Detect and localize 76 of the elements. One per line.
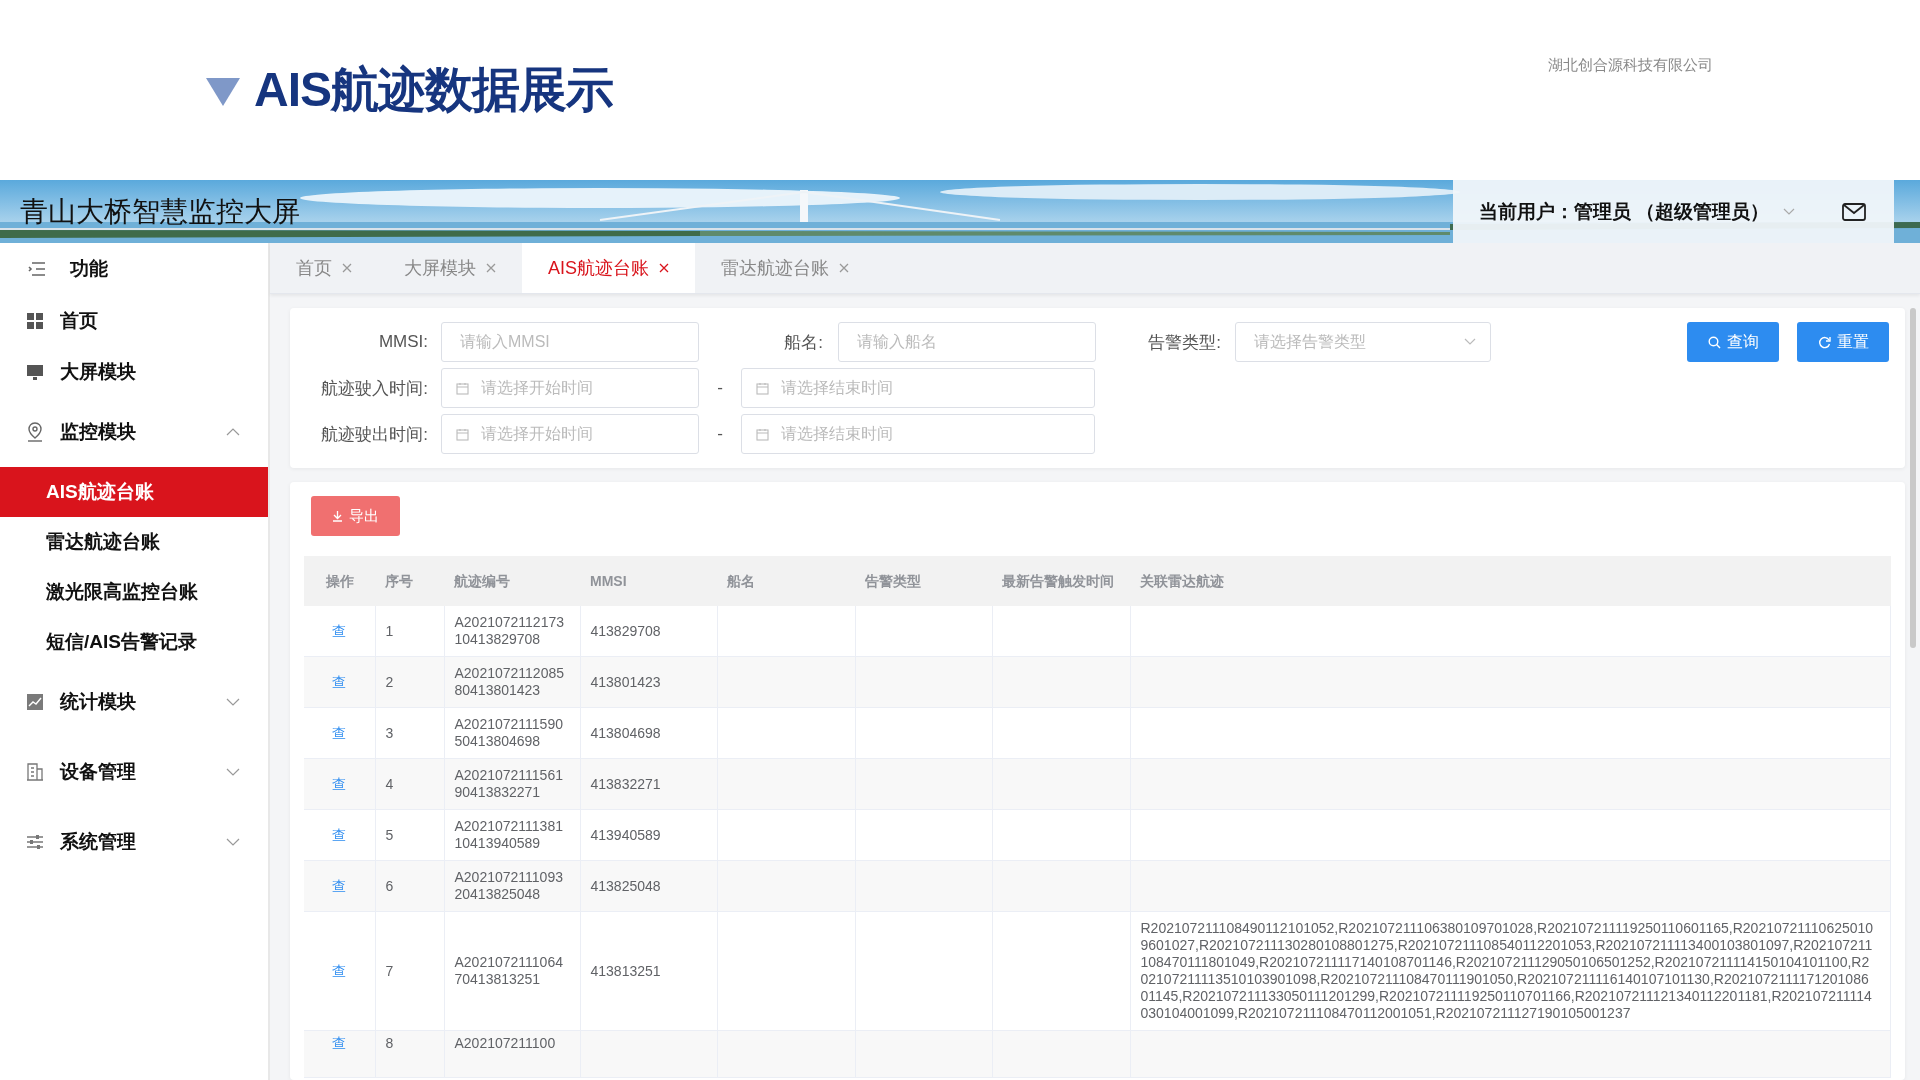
sidebar-subitem[interactable]: 激光限高监控台账 (0, 567, 268, 617)
table-cell: A202107211100 (454, 1035, 556, 1051)
column-header: 船名 (717, 556, 855, 606)
sidebar-item[interactable]: 系统管理 (0, 807, 268, 877)
column-header: 告警类型 (855, 556, 992, 606)
table-cell: A202107211208580413801423 (454, 665, 565, 698)
search-button[interactable]: 查询 (1687, 322, 1779, 362)
table-cell: 1 (385, 622, 394, 639)
view-link[interactable]: 查 (332, 877, 347, 894)
tab[interactable]: 雷达航迹台账 (695, 243, 875, 293)
table-cell: 2 (385, 673, 394, 690)
slide-title: AIS航迹数据展示 (254, 62, 613, 118)
end-date-field[interactable]: 请选择结束时间 (741, 414, 1095, 454)
table-cell: 3 (385, 724, 394, 741)
table-cell: A202107211159050413804698 (454, 716, 563, 749)
sidebar-subitem[interactable]: AIS航迹台账 (0, 467, 268, 517)
end-date-field[interactable]: 请选择结束时间 (741, 368, 1095, 408)
table-cell: 413940589 (590, 826, 661, 843)
view-link[interactable]: 查 (332, 622, 347, 639)
sidebar-item[interactable]: 统计模块 (0, 667, 268, 737)
sidebar-item[interactable]: 首页 (0, 295, 268, 346)
start-date-field[interactable]: 请选择开始时间 (441, 368, 699, 408)
start-date-field[interactable]: 请选择开始时间 (441, 414, 699, 454)
field-label: 航迹驶入时间: (320, 377, 428, 400)
sidebar-item[interactable]: 大屏模块 (0, 346, 268, 397)
field-label: MMSI: (377, 332, 428, 352)
column-header: 航迹编号 (444, 556, 580, 606)
table-cell: 413825048 (590, 877, 661, 894)
table-cell: A202107211138110413940589 (454, 818, 563, 851)
range-separator: - (716, 378, 724, 398)
column-header: 操作 (304, 556, 375, 606)
app-title: 青山大桥智慧监控大屏 (20, 194, 300, 229)
table-cell: 4 (385, 775, 394, 792)
table-cell: 413813251 (590, 962, 661, 979)
sidebar-subitem[interactable]: 雷达航迹台账 (0, 517, 268, 567)
mmsi-field[interactable]: 请输入MMSI (441, 322, 699, 362)
range-separator: - (716, 424, 724, 444)
sidebar-item[interactable]: 监控模块 (0, 397, 268, 467)
column-header: 关联雷达航迹 (1130, 556, 1891, 606)
alarm-type-select[interactable]: 请选择告警类型 (1235, 322, 1491, 362)
tab[interactable]: AIS航迹台账 (522, 243, 695, 293)
column-header: 序号 (375, 556, 444, 606)
view-link[interactable]: 查 (332, 673, 347, 690)
tab[interactable]: 首页 (270, 243, 378, 293)
tab[interactable]: 大屏模块 (378, 243, 522, 293)
view-link[interactable]: 查 (332, 826, 347, 843)
view-link[interactable]: 查 (332, 962, 347, 979)
export-button[interactable]: 导出 (311, 496, 400, 536)
company-name: 湖北创合源科技有限公司 (1548, 56, 1713, 75)
table-cell: 413832271 (590, 775, 661, 792)
table-cell: A202107211106470413813251 (454, 954, 563, 987)
table-cell: 6 (385, 877, 394, 894)
column-header: MMSI (580, 556, 717, 606)
table-cell: 8 (385, 1035, 394, 1051)
table-cell: A202107211217310413829708 (454, 614, 565, 647)
sidebar-heading: 功能 (70, 257, 108, 281)
table-cell: 413801423 (590, 673, 661, 690)
field-label: 船名: (783, 331, 823, 354)
table-cell: 413804698 (590, 724, 661, 741)
table-cell: 413829708 (590, 622, 661, 639)
field-label: 航迹驶出时间: (320, 423, 428, 446)
ship-name-field[interactable]: 请输入船名 (838, 322, 1096, 362)
user-menu[interactable]: 当前用户：管理员 （超级管理员） (1479, 198, 1796, 225)
table-cell: A202107211156190413832271 (454, 767, 563, 800)
table-cell: 7 (385, 962, 394, 979)
view-link[interactable]: 查 (332, 1035, 347, 1051)
column-header: 最新告警触发时间 (992, 556, 1130, 606)
table-cell: A202107211109320413825048 (454, 869, 563, 902)
table-cell-text: R202107211108490112101052,R202107211106380109701028,R202107211119250110601165,R202107211106250109601027,R202107211130280108801275,R202107211108540112201053,R202107211113400103801097,R202107211108470111801049,R202107211117140108701146,R202107211129050106501252,R202107211114150104101100,R202107211113510103901098,R202107211108470111901050,R202107211116140107101130,R202107211117120108601145,R202107211133050111201299,R202107211119250110701166,R202107211121340112201181,R202107211114030104001099,R202107211108470112001051,R202107211127190105001237 (1140, 920, 1875, 1022)
sidebar-item[interactable]: 设备管理 (0, 737, 268, 807)
view-link[interactable]: 查 (332, 724, 347, 741)
table-cell: 5 (385, 826, 394, 843)
sidebar-subitem[interactable]: 短信/AIS告警记录 (0, 617, 268, 667)
view-link[interactable]: 查 (332, 775, 347, 792)
reset-button[interactable]: 重置 (1797, 322, 1889, 362)
field-label: 告警类型: (1147, 331, 1221, 354)
